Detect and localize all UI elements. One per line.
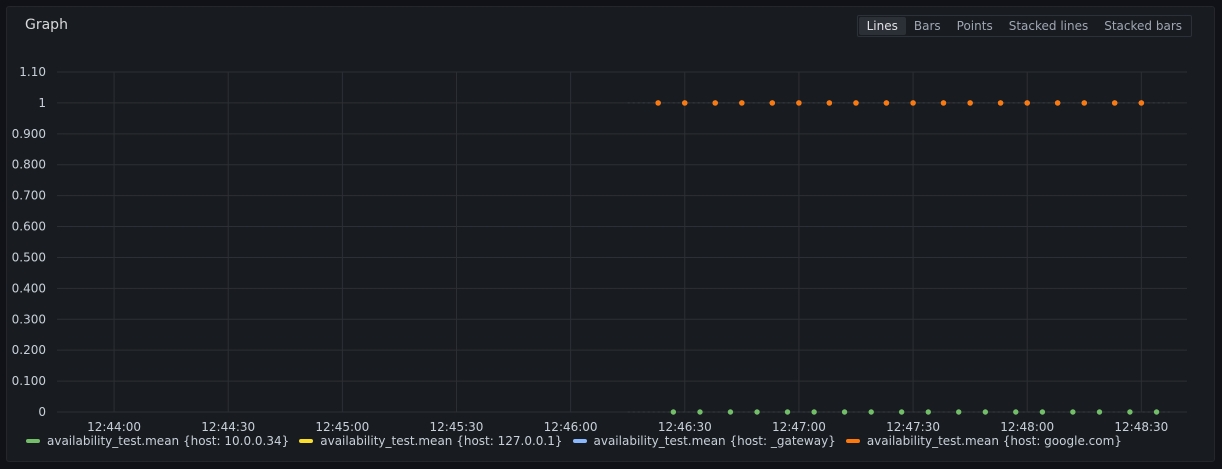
legend-label: availability_test.mean {host: google.com… [866, 434, 1122, 448]
data-point-series-0 [1039, 409, 1046, 415]
data-point-series-3 [853, 100, 859, 106]
data-point-series-3 [883, 100, 890, 106]
data-point-series-0 [727, 409, 734, 415]
data-point-series-3 [1112, 100, 1118, 106]
legend-item-127-0-0-1[interactable]: availability_test.mean {host: 127.0.0.1} [299, 434, 563, 448]
y-tick-label: 0.200 [12, 343, 46, 357]
y-tick-label: 1.10 [19, 65, 46, 79]
data-point-series-0 [754, 409, 760, 415]
legend-swatch-yellow [299, 439, 314, 443]
x-tick-label: 12:48:30 [1114, 420, 1168, 434]
data-point-series-3 [655, 100, 661, 106]
data-point-series-0 [811, 409, 817, 415]
y-tick-label: 0.800 [12, 158, 46, 172]
x-tick-label: 12:45:00 [315, 420, 369, 434]
data-point-series-0 [1096, 409, 1103, 415]
x-tick-label: 12:48:00 [1000, 420, 1054, 434]
chart-legend: availability_test.mean {host: 10.0.0.34}… [26, 434, 1122, 448]
legend-label: availability_test.mean {host: 127.0.0.1} [320, 434, 563, 448]
legend-item-gateway[interactable]: availability_test.mean {host: _gateway} [572, 434, 836, 448]
y-tick-label: 0.500 [12, 250, 46, 264]
y-tick-label: 0.900 [12, 127, 46, 141]
legend-item-10-0-0-34[interactable]: availability_test.mean {host: 10.0.0.34} [26, 434, 289, 448]
data-point-series-0 [1070, 409, 1076, 415]
data-point-series-0 [982, 409, 989, 415]
x-tick-label: 12:47:30 [886, 420, 940, 434]
data-point-series-0 [898, 409, 905, 415]
x-tick-label: 12:44:30 [201, 420, 255, 434]
data-point-series-3 [1081, 100, 1087, 106]
data-point-series-3 [1024, 100, 1030, 106]
data-point-series-3 [739, 100, 745, 106]
data-point-series-0 [956, 409, 962, 415]
data-point-series-0 [670, 409, 677, 415]
data-point-series-0 [868, 409, 874, 415]
data-point-series-3 [826, 100, 833, 106]
data-point-series-3 [967, 100, 973, 106]
data-point-series-0 [1153, 409, 1160, 415]
data-point-series-0 [841, 409, 848, 415]
y-tick-label: 0 [38, 405, 46, 419]
data-point-series-3 [1054, 100, 1061, 106]
data-point-series-3 [1138, 100, 1145, 106]
data-point-series-3 [682, 100, 688, 106]
data-point-series-0 [1013, 409, 1019, 415]
data-point-series-0 [925, 409, 931, 415]
x-tick-label: 12:44:00 [87, 420, 141, 434]
chart-plot-area[interactable]: 0 0.100 0.200 0.300 0.400 0.500 0.600 0.700 0.80… [0, 0, 1222, 469]
legend-label: availability_test.mean {host: _gateway} [593, 434, 836, 448]
y-tick-label: 1 [38, 96, 46, 110]
data-point-series-0 [697, 409, 703, 415]
data-point-series-3 [940, 100, 947, 106]
data-point-series-3 [910, 100, 916, 106]
legend-swatch-blue [572, 439, 587, 443]
data-point-series-3 [997, 100, 1004, 106]
data-point-series-3 [769, 100, 775, 106]
y-tick-label: 0.400 [12, 281, 46, 295]
x-tick-label: 12:46:30 [658, 420, 712, 434]
legend-item-google-com[interactable]: availability_test.mean {host: google.com… [845, 434, 1122, 448]
x-tick-label: 12:45:30 [430, 420, 484, 434]
data-point-series-0 [1127, 409, 1133, 415]
legend-swatch-green [26, 439, 40, 443]
y-tick-label: 0.100 [12, 374, 46, 388]
y-tick-label: 0.300 [12, 312, 46, 326]
y-tick-label: 0.700 [12, 189, 46, 203]
data-point-series-3 [712, 100, 718, 106]
data-point-series-0 [784, 409, 791, 415]
y-tick-label: 0.600 [12, 220, 46, 234]
data-point-series-3 [796, 100, 802, 106]
x-tick-label: 12:47:00 [772, 420, 826, 434]
legend-label: availability_test.mean {host: 10.0.0.34} [47, 434, 290, 448]
x-tick-label: 12:46:00 [544, 420, 598, 434]
legend-swatch-orange [845, 439, 860, 443]
